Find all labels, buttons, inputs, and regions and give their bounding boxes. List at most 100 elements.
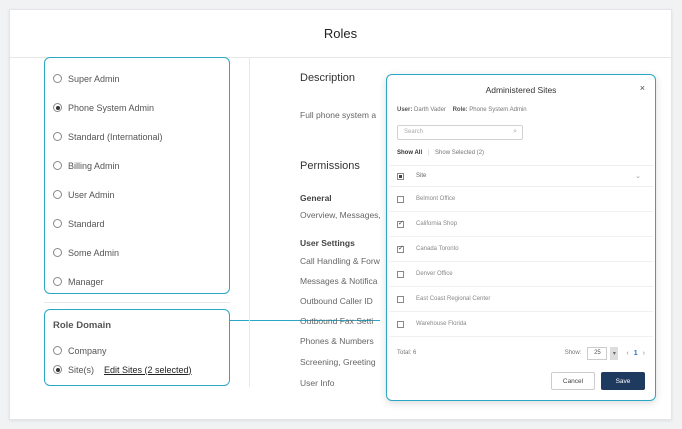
site-name: Warehouse Florida bbox=[416, 321, 467, 327]
radio-icon[interactable] bbox=[53, 74, 62, 83]
show-label: Show: bbox=[564, 350, 582, 356]
role-label: Standard bbox=[68, 218, 105, 229]
filter-separator: | bbox=[427, 150, 430, 156]
site-checkbox[interactable] bbox=[397, 295, 404, 303]
chevron-down-icon[interactable]: ▾ bbox=[610, 346, 619, 360]
domain-option-sites[interactable]: Site(s) Edit Sites (2 selected) bbox=[53, 360, 221, 379]
site-row[interactable]: California Shop bbox=[389, 212, 653, 237]
role-option-super-admin[interactable]: Super Admin bbox=[53, 64, 221, 93]
domain-label: Site(s) bbox=[68, 364, 95, 375]
top-bar: Roles bbox=[10, 10, 671, 58]
role-label: Phone System Admin bbox=[68, 102, 155, 113]
role-label: Role: bbox=[452, 107, 468, 113]
column-header-site[interactable]: Site bbox=[416, 173, 426, 179]
description-text: Full phone system a bbox=[300, 110, 377, 120]
modal-user-info: User: Darth Vader Role: Phone System Adm… bbox=[397, 107, 527, 113]
modal-title: Administered Sites bbox=[485, 85, 557, 95]
radio-icon[interactable] bbox=[53, 346, 62, 355]
radio-icon[interactable] bbox=[53, 248, 62, 257]
radio-icon[interactable] bbox=[53, 132, 62, 141]
radio-icon[interactable] bbox=[53, 161, 62, 170]
role-value: Phone System Admin bbox=[469, 107, 527, 113]
role-label: Some Admin bbox=[68, 247, 120, 258]
total-count: Total: 6 bbox=[397, 350, 417, 356]
divider bbox=[44, 302, 230, 303]
filter-links: Show All | Show Selected (2) bbox=[397, 150, 484, 156]
site-row[interactable]: Belmont Office bbox=[389, 187, 653, 212]
site-row[interactable]: Warehouse Florida bbox=[389, 312, 653, 337]
permission-item: Outbound Fax Setti bbox=[300, 316, 374, 326]
permission-item: Phones & Numbers bbox=[300, 336, 374, 346]
current-page[interactable]: 1 bbox=[634, 350, 638, 357]
site-name: Belmont Office bbox=[416, 196, 456, 202]
site-row[interactable]: Canada Toronto bbox=[389, 237, 653, 262]
role-option-some-admin[interactable]: Some Admin bbox=[53, 238, 221, 267]
permissions-heading: Permissions bbox=[300, 160, 360, 172]
search-placeholder: Search bbox=[404, 129, 424, 135]
user-value: Darth Vader bbox=[414, 107, 446, 113]
site-checkbox[interactable] bbox=[397, 270, 404, 278]
site-checkbox[interactable] bbox=[397, 195, 404, 203]
sort-icon[interactable]: ⌄ bbox=[635, 172, 641, 180]
search-input[interactable]: Search ⌕ bbox=[397, 125, 523, 140]
site-checkbox[interactable] bbox=[397, 219, 404, 228]
radio-selected-icon[interactable] bbox=[53, 365, 62, 374]
table-footer: Total: 6 Show: 25 ▾ ‹ 1 › bbox=[397, 345, 645, 361]
page-title: Roles bbox=[323, 26, 358, 41]
permissions-general-label: General bbox=[300, 193, 332, 203]
role-label: Standard (International) bbox=[68, 131, 163, 142]
site-name: Canada Toronto bbox=[416, 246, 459, 252]
close-icon[interactable]: × bbox=[640, 83, 645, 93]
pagination: ‹ 1 › bbox=[626, 350, 645, 357]
site-checkbox[interactable] bbox=[397, 244, 404, 253]
role-domain-title: Role Domain bbox=[53, 320, 112, 331]
role-option-phone-system-admin[interactable]: Phone System Admin bbox=[53, 93, 221, 122]
domain-label: Company bbox=[68, 345, 107, 356]
radio-selected-icon[interactable] bbox=[53, 103, 62, 112]
permission-item: Call Handling & Forw bbox=[300, 256, 380, 266]
permission-item: Screening, Greeting bbox=[300, 357, 376, 367]
role-option-user-admin[interactable]: User Admin bbox=[53, 180, 221, 209]
sites-table-header: Site ⌄ bbox=[389, 165, 653, 187]
select-all-checkbox[interactable] bbox=[397, 172, 404, 180]
site-checkbox[interactable] bbox=[397, 320, 404, 328]
search-icon: ⌕ bbox=[513, 128, 517, 135]
user-label: User: bbox=[397, 107, 413, 113]
role-option-billing-admin[interactable]: Billing Admin bbox=[53, 151, 221, 180]
permissions-general-text: Overview, Messages, bbox=[300, 210, 381, 220]
role-option-standard[interactable]: Standard bbox=[53, 209, 221, 238]
radio-icon[interactable] bbox=[53, 219, 62, 228]
show-selected-link[interactable]: Show Selected (2) bbox=[435, 150, 484, 156]
site-row[interactable]: East Coast Regional Center bbox=[389, 287, 653, 312]
column-divider bbox=[249, 57, 250, 387]
edit-sites-link[interactable]: Edit Sites (2 selected) bbox=[104, 365, 192, 375]
prev-page-icon[interactable]: ‹ bbox=[626, 350, 628, 357]
save-button[interactable]: Save bbox=[601, 372, 645, 390]
site-name: Denver Office bbox=[416, 271, 453, 277]
radio-icon[interactable] bbox=[53, 277, 62, 286]
permission-item: Messages & Notifica bbox=[300, 276, 378, 286]
permission-item: Outbound Caller ID bbox=[300, 296, 373, 306]
role-option-standard-international[interactable]: Standard (International) bbox=[53, 122, 221, 151]
site-row[interactable]: Denver Office bbox=[389, 262, 653, 287]
show-all-link[interactable]: Show All bbox=[397, 150, 422, 156]
site-name: California Shop bbox=[416, 221, 458, 227]
next-page-icon[interactable]: › bbox=[643, 350, 645, 357]
roles-list: Super Admin Phone System Admin Standard … bbox=[44, 57, 230, 294]
site-name: East Coast Regional Center bbox=[416, 296, 491, 302]
radio-icon[interactable] bbox=[53, 190, 62, 199]
role-option-manager[interactable]: Manager bbox=[53, 267, 221, 296]
description-heading: Description bbox=[300, 72, 356, 84]
administered-sites-modal: Administered Sites × User: Darth Vader R… bbox=[386, 74, 656, 401]
description-column: Description Full phone system a Permissi… bbox=[300, 72, 390, 412]
role-label: Manager bbox=[68, 276, 104, 287]
role-label: Billing Admin bbox=[68, 160, 120, 171]
permission-item: User Info bbox=[300, 378, 335, 388]
permissions-user-settings-label: User Settings bbox=[300, 238, 355, 248]
page-size-select[interactable]: 25 bbox=[587, 346, 608, 360]
role-domain-panel: Role Domain Company Site(s) Edit Sites (2… bbox=[44, 309, 230, 386]
role-label: Super Admin bbox=[68, 73, 120, 84]
role-label: User Admin bbox=[68, 189, 115, 200]
cancel-button[interactable]: Cancel bbox=[551, 372, 595, 390]
domain-option-company[interactable]: Company bbox=[53, 341, 221, 360]
